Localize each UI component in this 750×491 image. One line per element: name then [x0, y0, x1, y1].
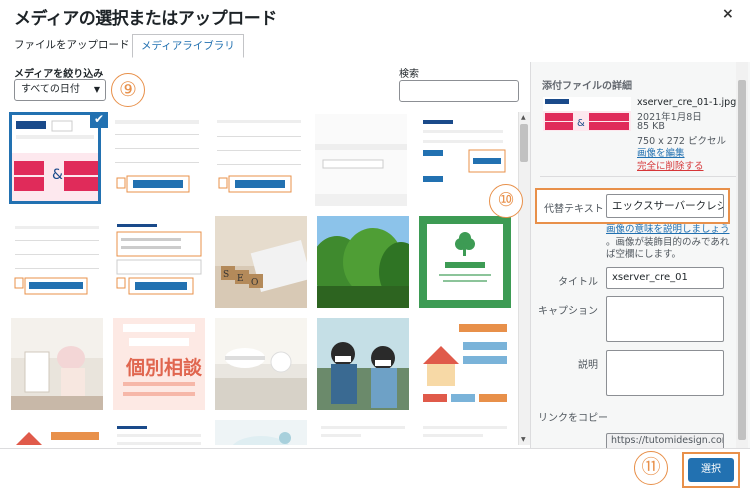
media-thumb[interactable]: [113, 216, 205, 308]
svg-text:E: E: [237, 274, 244, 284]
tab-upload-files[interactable]: ファイルをアップロード: [6, 34, 138, 58]
annotation-badge-11: ⑪: [634, 451, 668, 485]
tab-media-library[interactable]: メディアライブラリ: [132, 34, 244, 58]
media-thumb[interactable]: [111, 114, 203, 206]
caption-textarea[interactable]: [606, 296, 724, 342]
svg-text:&: &: [52, 167, 63, 183]
search-input[interactable]: [399, 80, 519, 102]
consult-text: 個別相談: [125, 356, 203, 379]
chevron-down-icon: ▼: [93, 85, 100, 94]
alt-text-label: 代替テキスト: [544, 204, 604, 215]
sidebar-scrollbar-thumb[interactable]: [738, 80, 746, 440]
date-filter-select[interactable]: すべての日付 ▼: [14, 79, 106, 101]
scroll-down-arrow-icon[interactable]: ▼: [521, 436, 526, 443]
alt-text-input[interactable]: エックスサーバークレジ: [606, 194, 724, 218]
title-input[interactable]: xserver_cre_01: [606, 267, 724, 289]
edit-image-link[interactable]: 画像を編集: [637, 145, 685, 159]
file-url-input[interactable]: https://tutomidesign.com: [606, 433, 724, 448]
media-thumb[interactable]: [317, 318, 409, 410]
media-thumb[interactable]: S E O: [215, 216, 307, 308]
annotation-badge-9: ⑨: [111, 73, 145, 107]
tab-bar: ファイルをアップロード メディアライブラリ: [0, 30, 750, 62]
title-label: タイトル: [558, 277, 598, 288]
checkmark-icon[interactable]: ✔: [90, 112, 108, 128]
alt-text-help-link[interactable]: 画像の意味を説明しましょう: [606, 221, 730, 235]
svg-text:O: O: [251, 278, 258, 288]
media-thumb[interactable]: [317, 420, 409, 445]
attachment-size: 85 KB: [637, 121, 665, 132]
copy-link-label: リンクをコピー: [538, 413, 608, 424]
media-thumb[interactable]: [11, 216, 103, 308]
close-icon[interactable]: ×: [722, 6, 734, 22]
media-thumb[interactable]: [215, 420, 307, 445]
search-label: 検索: [399, 69, 419, 80]
media-thumb[interactable]: [317, 216, 409, 308]
media-thumb[interactable]: 個別相談: [113, 318, 205, 410]
select-button[interactable]: 選択: [688, 458, 734, 482]
media-thumb[interactable]: [113, 420, 205, 445]
media-thumb[interactable]: [213, 114, 305, 206]
media-grid: & ✔ S E O 個別相談: [9, 112, 516, 445]
annotation-badge-10: ⑩: [489, 184, 523, 218]
attachment-details-heading: 添付ファイルの詳細: [542, 81, 632, 92]
alt-text-help-cont: ば空欄にします。: [606, 249, 682, 260]
dialog-title: メディアの選択またはアップロード: [14, 9, 277, 29]
attachment-preview: &: [543, 97, 631, 131]
attachment-filename: xserver_cre_01-1.jpg: [637, 97, 737, 108]
delete-permanently-link[interactable]: 完全に削除する: [637, 158, 704, 172]
svg-text:S: S: [223, 270, 229, 280]
description-textarea[interactable]: [606, 350, 724, 396]
description-label: 説明: [578, 360, 598, 371]
media-thumb[interactable]: [215, 318, 307, 410]
media-thumb[interactable]: [315, 114, 407, 206]
media-thumb[interactable]: [419, 318, 511, 410]
media-thumb-selected[interactable]: &: [9, 112, 101, 204]
media-thumb[interactable]: [11, 318, 103, 410]
scroll-up-arrow-icon[interactable]: ▲: [521, 114, 526, 121]
media-thumb[interactable]: [419, 420, 511, 445]
divider: [540, 176, 736, 177]
filter-label: メディアを絞り込み: [14, 69, 104, 80]
date-filter-value: すべての日付: [21, 84, 80, 95]
grid-scrollbar-thumb[interactable]: [520, 124, 528, 162]
caption-label: キャプション: [538, 306, 598, 317]
media-thumb[interactable]: [419, 216, 511, 308]
media-thumb[interactable]: [11, 420, 103, 445]
svg-text:&: &: [577, 118, 585, 129]
